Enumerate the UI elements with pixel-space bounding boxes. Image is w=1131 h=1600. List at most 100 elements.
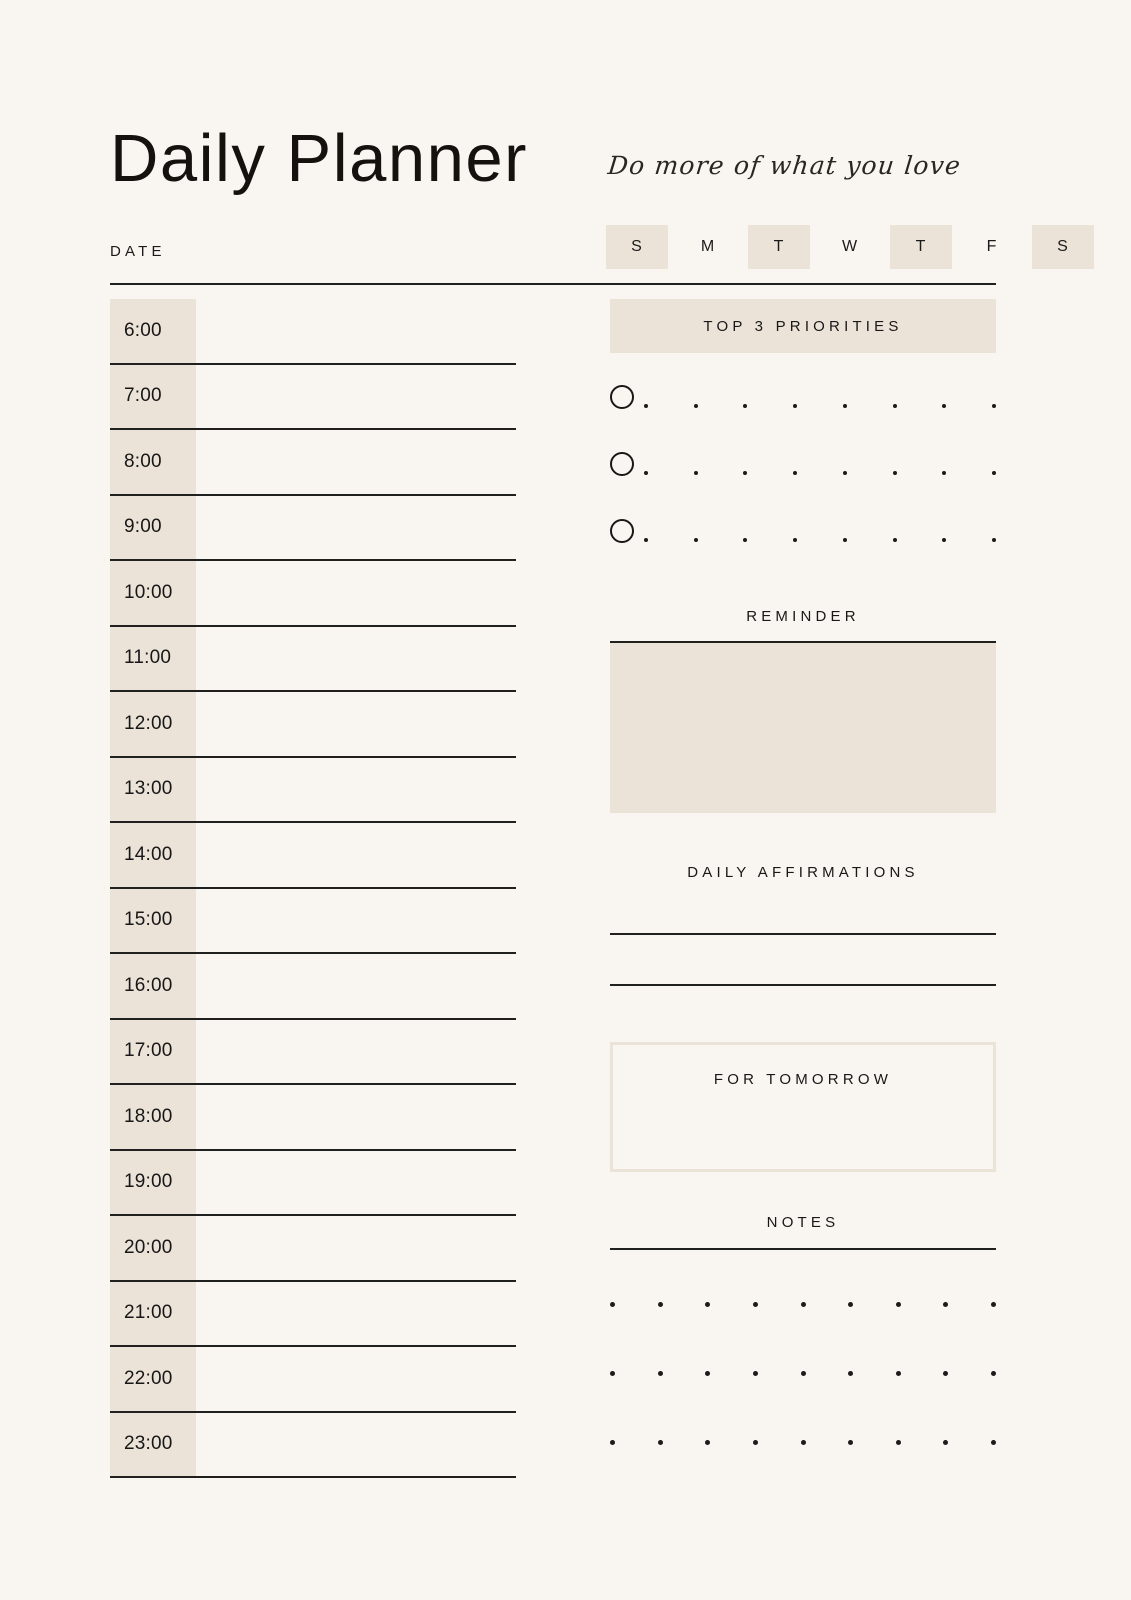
daily-planner-page: Daily Planner Do more of what you love D… (0, 0, 1131, 1600)
reminder-field[interactable] (610, 643, 996, 813)
schedule-row: 23:00 (110, 1412, 516, 1478)
schedule-entry-field[interactable] (196, 1020, 516, 1084)
priority-dotted-line[interactable] (644, 404, 996, 408)
priority-dotted-line[interactable] (644, 538, 996, 542)
day-button-tuesday[interactable]: T (748, 225, 810, 269)
schedule-row: 16:00 (110, 954, 516, 1020)
day-letter: T (915, 238, 927, 255)
schedule-entry-field[interactable] (196, 299, 516, 363)
dot (991, 1302, 996, 1307)
circle-checkbox-icon[interactable] (610, 452, 634, 476)
day-letter: S (1057, 238, 1069, 255)
dot (793, 538, 798, 542)
schedule-time-label: 18:00 (124, 1105, 173, 1127)
dot (657, 1371, 663, 1376)
schedule-entry-field[interactable] (196, 692, 516, 756)
dot (991, 1440, 996, 1445)
for-tomorrow-field[interactable]: FOR TOMORROW (610, 1042, 996, 1172)
schedule-time-cell: 8:00 (110, 430, 196, 494)
schedule-entry-field[interactable] (196, 1347, 516, 1411)
schedule-entry-field[interactable] (196, 496, 516, 560)
schedule-row: 18:00 (110, 1085, 516, 1151)
dot (693, 404, 698, 408)
affirmation-line[interactable] (610, 933, 996, 935)
dot (657, 1440, 663, 1445)
affirmations-heading: DAILY AFFIRMATIONS (687, 864, 919, 881)
dot (610, 1371, 615, 1376)
dot (793, 471, 798, 475)
schedule-time-cell: 14:00 (110, 823, 196, 887)
dot (943, 1371, 949, 1376)
schedule-row: 7:00 (110, 364, 516, 430)
dot (644, 404, 648, 408)
schedule-row: 19:00 (110, 1150, 516, 1216)
schedule-entry-field[interactable] (196, 823, 516, 887)
schedule-time-cell: 15:00 (110, 888, 196, 952)
schedule-entry-field[interactable] (196, 954, 516, 1018)
schedule-entry-field[interactable] (196, 1151, 516, 1215)
priority-item (610, 519, 996, 586)
schedule-entry-field[interactable] (196, 627, 516, 691)
dot (895, 1371, 901, 1376)
schedule-entry-field[interactable] (196, 758, 516, 822)
day-button-wednesday[interactable]: W (819, 225, 881, 269)
schedule-row: 13:00 (110, 757, 516, 823)
schedule-entry-field[interactable] (196, 365, 516, 429)
schedule-time-label: 9:00 (124, 516, 162, 538)
dot (705, 1440, 711, 1445)
schedule-time-label: 19:00 (124, 1171, 173, 1193)
day-button-monday[interactable]: M (677, 225, 739, 269)
schedule-row: 17:00 (110, 1019, 516, 1085)
dot (800, 1302, 806, 1307)
priorities-heading: TOP 3 PRIORITIES (610, 299, 996, 353)
reminder-heading: REMINDER (746, 608, 860, 625)
schedule-row: 22:00 (110, 1347, 516, 1413)
priority-item (610, 385, 996, 452)
schedule-entry-field[interactable] (196, 561, 516, 625)
dot (800, 1440, 806, 1445)
dot (991, 1371, 996, 1376)
schedule-row: 6:00 (110, 299, 516, 365)
dot (848, 1371, 854, 1376)
dot (942, 538, 947, 542)
day-button-sunday[interactable]: S (606, 225, 668, 269)
notes-dotted-line (610, 1302, 996, 1307)
circle-checkbox-icon[interactable] (610, 519, 634, 543)
schedule-entry-field[interactable] (196, 1282, 516, 1346)
schedule-time-label: 16:00 (124, 974, 173, 996)
dot (705, 1302, 711, 1307)
schedule-time-cell: 22:00 (110, 1347, 196, 1411)
schedule-row: 21:00 (110, 1281, 516, 1347)
schedule-time-cell: 19:00 (110, 1150, 196, 1214)
for-tomorrow-heading: FOR TOMORROW (713, 1071, 893, 1088)
dot (942, 404, 947, 408)
day-button-friday[interactable]: F (961, 225, 1023, 269)
dot (895, 1302, 901, 1307)
dot (842, 404, 847, 408)
dot (693, 538, 698, 542)
schedule-time-cell: 18:00 (110, 1085, 196, 1149)
affirmation-line[interactable] (610, 984, 996, 986)
schedule-time-label: 12:00 (124, 712, 173, 734)
dot (943, 1302, 949, 1307)
schedule-time-label: 15:00 (124, 909, 173, 931)
priority-dotted-line[interactable] (644, 471, 996, 475)
priorities-list (610, 385, 996, 586)
notes-field[interactable] (610, 1302, 996, 1445)
schedule-entry-field[interactable] (196, 430, 516, 494)
schedule-entry-field[interactable] (196, 1085, 516, 1149)
schedule-row: 12:00 (110, 692, 516, 758)
schedule-entry-field[interactable] (196, 1216, 516, 1280)
dot (743, 471, 748, 475)
page-title: Daily Planner (110, 121, 528, 196)
schedule-time-cell: 21:00 (110, 1281, 196, 1345)
schedule-entry-field[interactable] (196, 889, 516, 953)
schedule-time-cell: 16:00 (110, 954, 196, 1018)
schedule-entry-field[interactable] (196, 1413, 516, 1477)
dot (800, 1371, 806, 1376)
schedule-time-cell: 6:00 (110, 299, 196, 363)
circle-checkbox-icon[interactable] (610, 385, 634, 409)
day-button-saturday[interactable]: S (1032, 225, 1094, 269)
schedule-time-label: 21:00 (124, 1302, 173, 1324)
day-button-thursday[interactable]: T (890, 225, 952, 269)
